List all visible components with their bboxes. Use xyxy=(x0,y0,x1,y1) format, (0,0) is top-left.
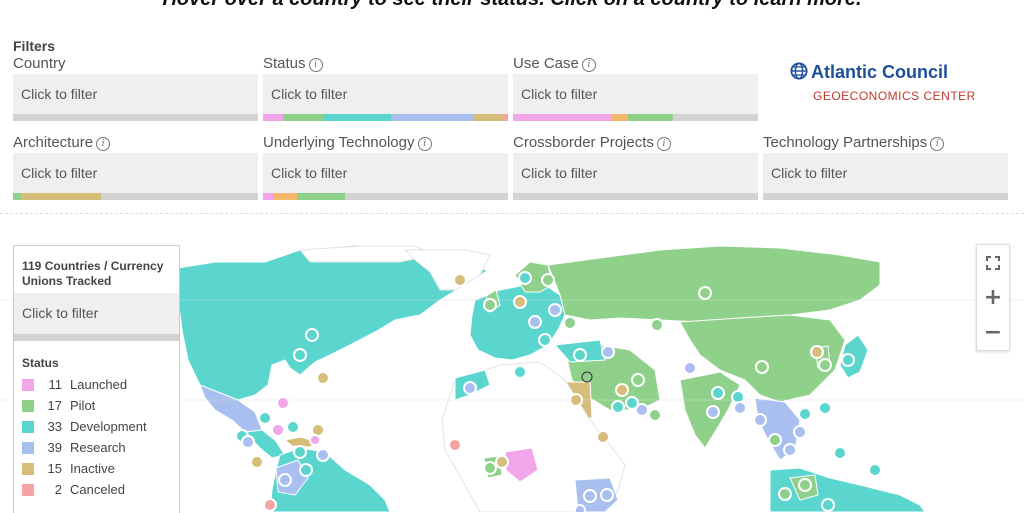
use-case-filter-input[interactable]: Click to filter xyxy=(513,74,758,121)
filter-distribution-bar xyxy=(13,114,258,121)
legend-count: 33 xyxy=(47,419,62,434)
legend-count: 11 xyxy=(48,377,63,392)
filter-label: Use Case xyxy=(513,55,579,72)
zoom-in-button[interactable]: + xyxy=(977,280,1009,315)
filter-crossborder-projects: Crossborder Projects i Click to filter xyxy=(513,133,758,200)
status-legend-panel: 119 Countries / Currency Unions Tracked … xyxy=(13,245,180,513)
countries-tracked-title: 119 Countries / Currency Unions Tracked xyxy=(22,259,164,288)
info-icon[interactable]: i xyxy=(96,137,111,151)
legend-count: 15 xyxy=(47,461,62,476)
filter-placeholder: Click to filter xyxy=(22,305,99,321)
logo-name: Atlantic Council xyxy=(811,62,949,82)
filter-use-case: Use Case i Click to filter xyxy=(513,54,758,121)
legend-item-canceled[interactable]: 2 Canceled xyxy=(22,482,179,497)
legend-label: Canceled xyxy=(70,482,125,497)
filter-placeholder: Click to filter xyxy=(521,86,598,102)
legend-swatch xyxy=(22,378,34,391)
zoom-out-button[interactable]: − xyxy=(977,315,1009,350)
legend-swatch xyxy=(22,441,34,454)
legend-label: Inactive xyxy=(70,461,115,476)
info-icon[interactable]: i xyxy=(308,58,323,72)
status-filter-input[interactable]: Click to filter xyxy=(263,74,508,121)
technology-partnerships-filter-input[interactable]: Click to filter xyxy=(763,153,1008,200)
filter-architecture: Architecture i Click to filter xyxy=(13,133,258,200)
legend-item-inactive[interactable]: 15 Inactive xyxy=(22,461,179,476)
legend-item-research[interactable]: 39 Research xyxy=(22,440,179,455)
map-region-russia xyxy=(547,245,881,323)
fullscreen-button[interactable] xyxy=(977,245,1009,280)
filter-label: Country xyxy=(13,55,66,72)
underlying-technology-filter-input[interactable]: Click to filter xyxy=(263,153,508,200)
filter-label: Technology Partnerships xyxy=(763,134,928,151)
legend-item-pilot[interactable]: 17 Pilot xyxy=(22,398,179,413)
filter-label: Crossborder Projects xyxy=(513,134,654,151)
atlantic-council-logo: Atlantic Council GEOECONOMICS CENTER xyxy=(790,62,990,103)
logo-subtitle: GEOECONOMICS CENTER xyxy=(813,89,976,103)
legend-swatch xyxy=(22,483,34,496)
filter-placeholder: Click to filter xyxy=(521,165,598,181)
legend-label: Launched xyxy=(70,377,128,392)
filter-underlying-technology: Underlying Technology i Click to filter xyxy=(263,133,508,200)
filters-title: Filters xyxy=(13,38,56,54)
info-icon[interactable]: i xyxy=(581,58,596,72)
countries-filter-input[interactable]: Click to filter xyxy=(14,293,179,341)
filter-distribution-bar xyxy=(763,193,1008,200)
legend-label: Development xyxy=(70,419,147,434)
filter-placeholder: Click to filter xyxy=(21,165,98,181)
info-icon[interactable]: i xyxy=(930,137,945,151)
globe-icon xyxy=(790,62,808,80)
map-controls: + − xyxy=(976,244,1010,351)
filter-placeholder: Click to filter xyxy=(21,86,98,102)
filter-distribution-bar xyxy=(14,334,179,341)
status-legend-title: Status xyxy=(22,356,59,370)
filter-distribution-bar xyxy=(263,114,508,121)
filter-placeholder: Click to filter xyxy=(771,165,848,181)
legend-count: 17 xyxy=(47,398,62,413)
filter-label: Status xyxy=(263,55,306,72)
architecture-filter-input[interactable]: Click to filter xyxy=(13,153,258,200)
country-filter-input[interactable]: Click to filter xyxy=(13,74,258,121)
filter-status: Status i Click to filter xyxy=(263,54,508,121)
instructions-headline: Hover over a country to see their status… xyxy=(0,0,1024,11)
legend-swatch xyxy=(22,420,34,433)
filter-distribution-bar xyxy=(263,193,508,200)
legend-swatch xyxy=(22,399,34,412)
legend-label: Pilot xyxy=(70,398,96,413)
section-divider xyxy=(0,213,1024,214)
info-icon[interactable]: i xyxy=(417,137,432,151)
filter-country: Country Click to filter xyxy=(13,54,258,121)
legend-swatch xyxy=(22,462,34,475)
legend-count: 39 xyxy=(47,440,62,455)
filter-technology-partnerships: Technology Partnerships i Click to filter xyxy=(763,133,1008,200)
legend-item-development[interactable]: 33 Development xyxy=(22,419,179,434)
filter-distribution-bar xyxy=(13,193,258,200)
filter-label: Architecture xyxy=(13,134,94,151)
legend-label: Research xyxy=(70,440,126,455)
legend-item-launched[interactable]: 11 Launched xyxy=(22,377,179,392)
filter-distribution-bar xyxy=(513,193,758,200)
filter-placeholder: Click to filter xyxy=(271,165,348,181)
legend-count: 2 xyxy=(54,482,62,497)
filter-placeholder: Click to filter xyxy=(271,86,348,102)
fullscreen-icon xyxy=(986,255,1000,270)
filter-distribution-bar xyxy=(513,114,758,121)
map-region-indonesia xyxy=(769,467,926,512)
info-icon[interactable]: i xyxy=(656,137,671,151)
crossborder-projects-filter-input[interactable]: Click to filter xyxy=(513,153,758,200)
filter-label: Underlying Technology xyxy=(263,134,415,151)
